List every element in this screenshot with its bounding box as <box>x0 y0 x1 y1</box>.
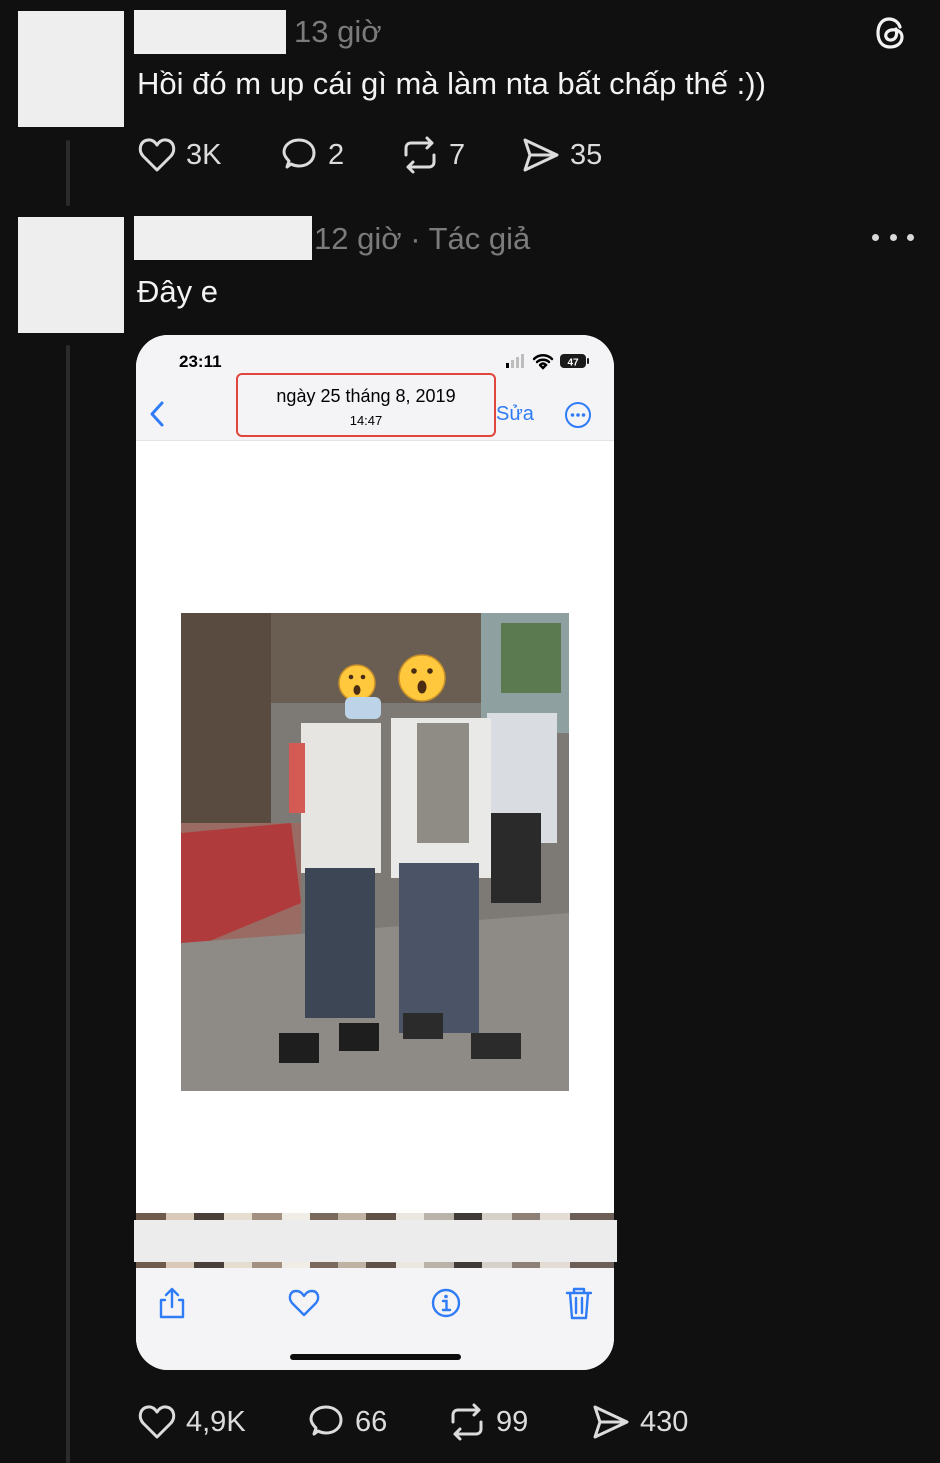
thread-line-2 <box>66 345 70 1463</box>
username-redacted[interactable] <box>134 216 312 260</box>
photo-date-highlight: ngày 25 tháng 8, 2019 14:47 <box>236 373 496 437</box>
trash-icon[interactable] <box>562 1285 596 1321</box>
send-icon <box>523 138 559 172</box>
home-indicator <box>290 1354 461 1360</box>
share-button[interactable]: 430 <box>591 1400 688 1444</box>
send-icon <box>593 1405 629 1439</box>
reply-button[interactable]: 66 <box>306 1400 387 1444</box>
comment-text: Hồi đó m up cái gì mà làm nta bất chấp t… <box>137 66 766 101</box>
status-icons: 47 <box>504 351 594 371</box>
photo <box>181 613 569 1091</box>
comment-time: 13 giờ <box>294 14 382 49</box>
repost-button[interactable]: 7 <box>400 133 465 177</box>
share-button[interactable]: 35 <box>521 133 602 177</box>
thumbnail-redaction <box>134 1220 617 1262</box>
threads-logo-icon[interactable] <box>872 13 912 53</box>
heart-icon[interactable] <box>287 1285 321 1321</box>
share-count: 430 <box>640 1405 689 1438</box>
chevron-left-icon[interactable] <box>146 399 168 429</box>
comment-meta: 12 giờ · Tác giả <box>314 221 530 257</box>
author-tag: Tác giả <box>428 221 531 256</box>
action-bar: 4,9K 66 99 430 <box>137 1400 737 1444</box>
comment-text: Đây e <box>137 274 218 309</box>
avatar[interactable] <box>18 11 124 127</box>
repost-icon <box>404 136 436 174</box>
photo-time: 14:47 <box>349 413 383 428</box>
repost-icon <box>451 1403 483 1441</box>
like-button[interactable]: 4,9K <box>137 1400 246 1444</box>
avatar[interactable] <box>18 217 124 333</box>
photo-date: ngày 25 tháng 8, 2019 <box>276 386 456 406</box>
username-redacted[interactable] <box>134 10 286 54</box>
more-options-icon[interactable] <box>564 401 592 429</box>
reply-button[interactable]: 2 <box>279 133 344 177</box>
battery-level: 47 <box>567 358 579 369</box>
share-icon[interactable] <box>155 1285 189 1321</box>
repost-button[interactable]: 99 <box>447 1400 528 1444</box>
more-dots-icon[interactable] <box>872 224 914 250</box>
comment-bubble-icon <box>282 138 316 169</box>
like-count: 4,9K <box>186 1405 246 1438</box>
edit-button[interactable]: Sửa <box>496 403 534 426</box>
heart-icon <box>138 1405 176 1439</box>
repost-count: 99 <box>496 1405 529 1438</box>
thread-line-1 <box>66 140 70 206</box>
comment-bubble-icon <box>309 1405 343 1436</box>
info-icon[interactable] <box>429 1285 463 1321</box>
status-time: 23:11 <box>179 352 222 371</box>
like-button[interactable]: 3K <box>137 133 221 177</box>
repost-count: 7 <box>449 138 466 171</box>
reply-count: 66 <box>355 1405 388 1438</box>
reply-count: 2 <box>328 138 345 171</box>
attached-screenshot[interactable]: 23:11 47 ngày 25 tháng 8, 2019 14:47 Sửa <box>136 335 614 1370</box>
action-bar: 3K 2 7 35 <box>137 133 637 177</box>
meta-separator: · <box>410 221 421 256</box>
like-count: 3K <box>186 138 222 171</box>
share-count: 35 <box>570 138 603 171</box>
comment-time: 12 giờ <box>314 221 402 256</box>
heart-icon <box>138 138 176 172</box>
